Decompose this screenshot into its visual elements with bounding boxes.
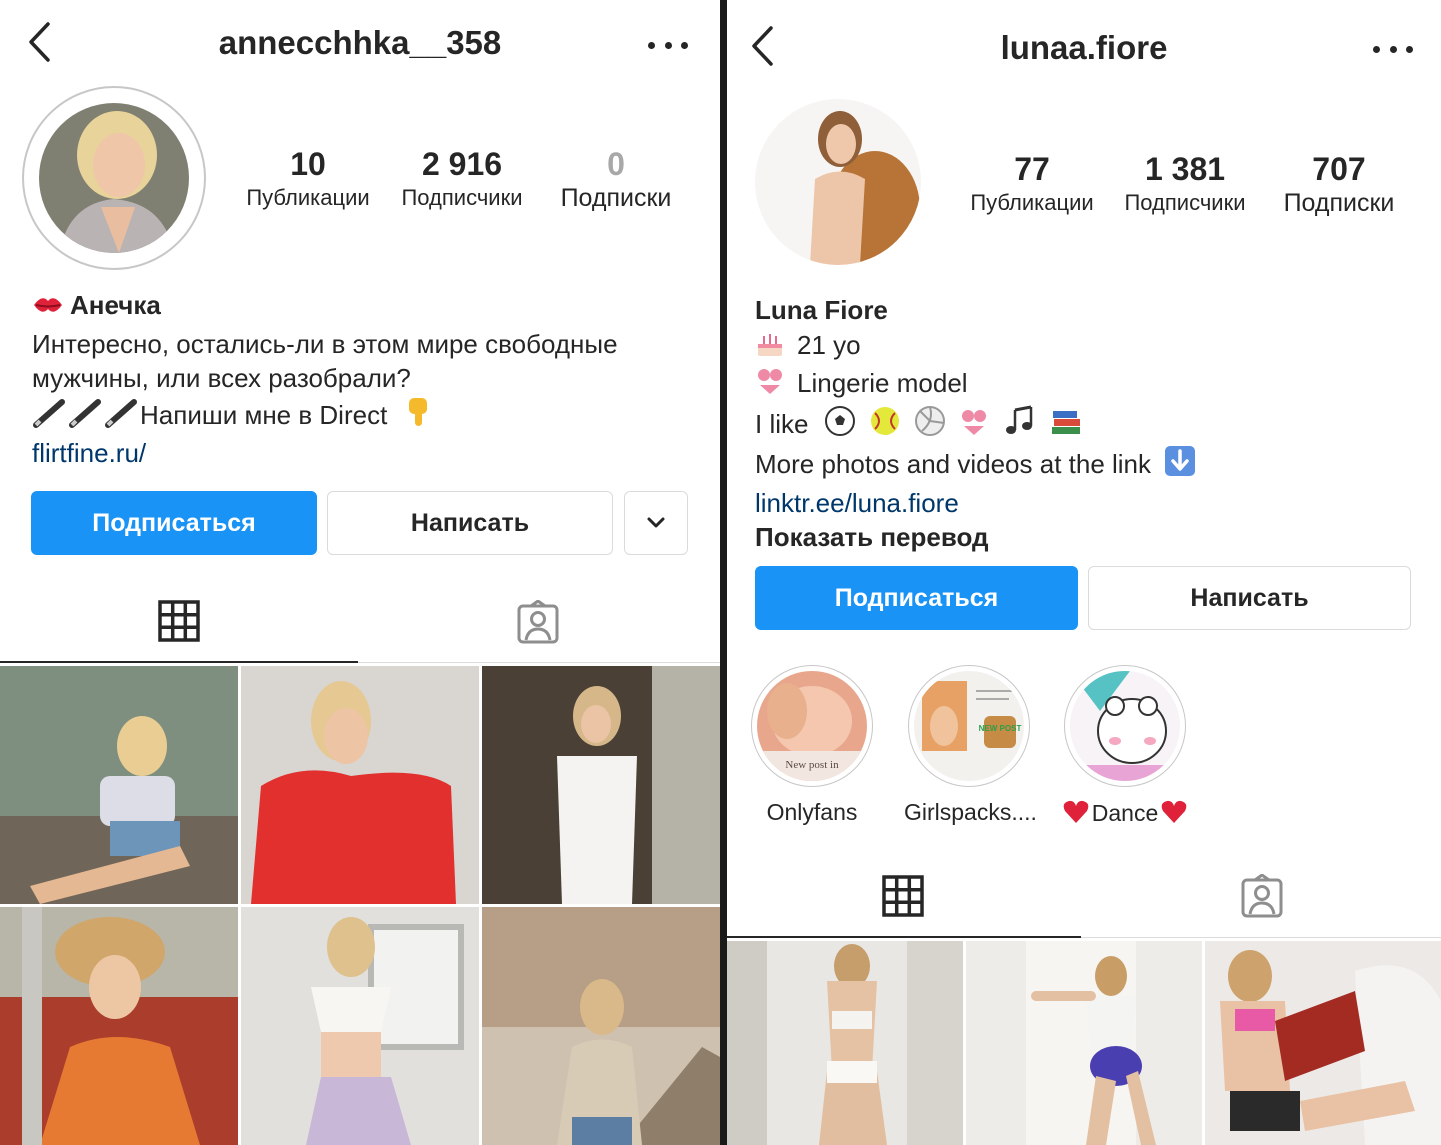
- story-highlight-girlspacks[interactable]: NEW POST Girlspacks....: [904, 665, 1037, 826]
- bio-link[interactable]: flirtfine.ru/: [32, 436, 702, 471]
- highlight-ring: [1064, 665, 1186, 787]
- message-button[interactable]: Написать: [327, 491, 613, 555]
- show-translation-link[interactable]: Показать перевод: [755, 520, 1425, 555]
- softball-emoji: [869, 405, 901, 446]
- books-emoji: [1050, 407, 1082, 446]
- posts-stat[interactable]: 10 Публикации: [232, 145, 384, 213]
- follow-button[interactable]: Подписаться: [31, 491, 317, 555]
- back-arrow-icon[interactable]: [749, 24, 777, 68]
- followers-label: Подписчики: [401, 185, 523, 210]
- highlight-caption: New post in: [785, 759, 839, 771]
- post-thumbnail[interactable]: [241, 666, 479, 904]
- bikini-emoji: [755, 366, 785, 405]
- profile-header: annecchhka__358: [0, 0, 720, 90]
- post-thumbnail[interactable]: [0, 666, 238, 904]
- post-thumbnail[interactable]: [482, 907, 720, 1145]
- following-count: 707: [1312, 151, 1366, 187]
- bio-name: Анечка: [70, 290, 161, 320]
- followers-stat[interactable]: 1 381 Подписчики: [1111, 150, 1259, 218]
- grid-icon[interactable]: [158, 600, 200, 642]
- highlight-badge: NEW POST: [979, 724, 1022, 733]
- follow-button[interactable]: Подписаться: [755, 566, 1078, 630]
- profile-bio: Luna Fiore 21 yo Lingerie model I like M…: [755, 293, 1425, 555]
- followers-count: 1 381: [1144, 151, 1226, 187]
- followers-label: Подписчики: [1124, 190, 1246, 215]
- more-options-icon[interactable]: [1373, 42, 1413, 56]
- heart-emoji: [1160, 799, 1188, 831]
- bio-name: Luna Fiore: [755, 295, 888, 325]
- pen-emoji: [32, 398, 68, 437]
- bio-line: I like: [755, 408, 809, 439]
- bio-line: Напиши мне в Direct: [140, 399, 388, 430]
- following-label: Подписки: [1283, 189, 1395, 217]
- kiss-emoji: [32, 292, 64, 327]
- bio-line: More photos and videos at the link: [755, 449, 1152, 479]
- highlight-cover: [1070, 671, 1180, 781]
- profile-header: lunaa.fiore: [727, 0, 1441, 90]
- profile-username: annecchhka__358: [218, 24, 502, 61]
- post-thumbnail[interactable]: [727, 941, 963, 1145]
- followers-count: 2 916: [421, 146, 503, 182]
- bio-line: Интересно, остались-ли в этом мире свобо…: [32, 328, 618, 359]
- highlight-label: Girlspacks....: [904, 799, 1037, 825]
- posts-count: 10: [290, 146, 326, 182]
- followers-stat[interactable]: 2 916 Подписчики: [388, 145, 536, 213]
- post-thumbnail[interactable]: [482, 666, 720, 904]
- cake-emoji: [755, 330, 785, 367]
- profile-username: lunaa.fiore: [1000, 29, 1168, 66]
- active-tab-indicator: [0, 661, 358, 663]
- posts-stat[interactable]: 77 Публикации: [957, 150, 1107, 218]
- posts-label: Публикации: [246, 185, 370, 210]
- bio-line: 21 yo: [797, 329, 861, 360]
- post-thumbnail[interactable]: [1205, 941, 1441, 1145]
- bio-line: мужчины, или всех разобрали?: [32, 363, 411, 393]
- story-highlight-onlyfans[interactable]: New post in Onlyfans: [747, 665, 877, 826]
- bio-line: Lingerie model: [797, 368, 968, 398]
- active-tab-indicator: [727, 936, 1081, 938]
- highlight-label-text: Dance: [1091, 800, 1159, 826]
- highlight-ring: New post in: [751, 665, 873, 787]
- highlight-label: Dance: [1060, 799, 1190, 831]
- down-arrow-emoji: [1164, 445, 1196, 486]
- pointing-down-emoji: [405, 396, 431, 437]
- bikini-emoji: [959, 407, 989, 446]
- posts-label: Публикации: [970, 190, 1094, 215]
- profile-bio: Анечка Интересно, остались-ли в этом мир…: [32, 288, 702, 471]
- pen-emoji: [68, 398, 104, 437]
- post-thumbnail[interactable]: [966, 941, 1202, 1145]
- avatar[interactable]: [755, 99, 921, 265]
- posts-count: 77: [1014, 151, 1050, 187]
- following-label: Подписки: [560, 184, 672, 212]
- story-highlight-dance[interactable]: Dance: [1060, 665, 1190, 831]
- music-notes-emoji: [1003, 405, 1037, 446]
- highlight-cover: NEW POST: [914, 671, 1024, 781]
- bio-link[interactable]: linktr.ee/luna.fiore: [755, 486, 1425, 521]
- message-button[interactable]: Написать: [1088, 566, 1411, 630]
- left-profile-screenshot: annecchhka__358 10 Публикации 2 916 Подп…: [0, 0, 720, 1145]
- more-options-icon[interactable]: [648, 38, 688, 52]
- avatar[interactable]: [39, 103, 189, 253]
- tagged-icon[interactable]: [1240, 873, 1284, 918]
- tagged-icon[interactable]: [516, 599, 560, 644]
- pen-emoji: [104, 398, 140, 437]
- following-stat[interactable]: 707 Подписки: [1267, 150, 1411, 218]
- suggestions-dropdown-button[interactable]: [624, 491, 688, 555]
- chevron-down-icon: [647, 517, 665, 528]
- post-thumbnail[interactable]: [241, 907, 479, 1145]
- following-stat[interactable]: 0 Подписки: [544, 145, 688, 213]
- back-arrow-icon[interactable]: [26, 20, 54, 64]
- volleyball-emoji: [914, 405, 946, 446]
- grid-icon[interactable]: [882, 875, 924, 917]
- right-profile-screenshot: lunaa.fiore 77 Публикации 1 381 Подписчи…: [727, 0, 1441, 1145]
- heart-emoji: [1062, 799, 1090, 831]
- highlight-label: Onlyfans: [766, 799, 858, 825]
- soccer-ball-emoji: [824, 405, 856, 446]
- post-thumbnail[interactable]: [0, 907, 238, 1145]
- highlight-ring: NEW POST: [908, 665, 1030, 787]
- highlight-cover: New post in: [757, 671, 867, 781]
- following-count: 0: [607, 146, 625, 182]
